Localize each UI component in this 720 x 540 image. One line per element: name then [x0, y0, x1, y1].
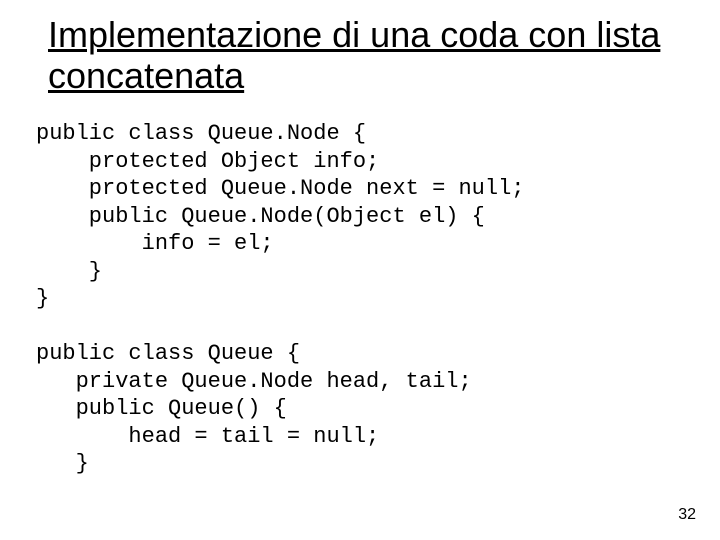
slide-title: Implementazione di una coda con lista co… — [48, 14, 668, 97]
slide: Implementazione di una coda con lista co… — [0, 0, 720, 540]
page-number: 32 — [678, 506, 696, 524]
code-block-queue: public class Queue { private Queue.Node … — [36, 340, 472, 478]
code-block-queuenode: public class Queue.Node { protected Obje… — [36, 120, 524, 313]
